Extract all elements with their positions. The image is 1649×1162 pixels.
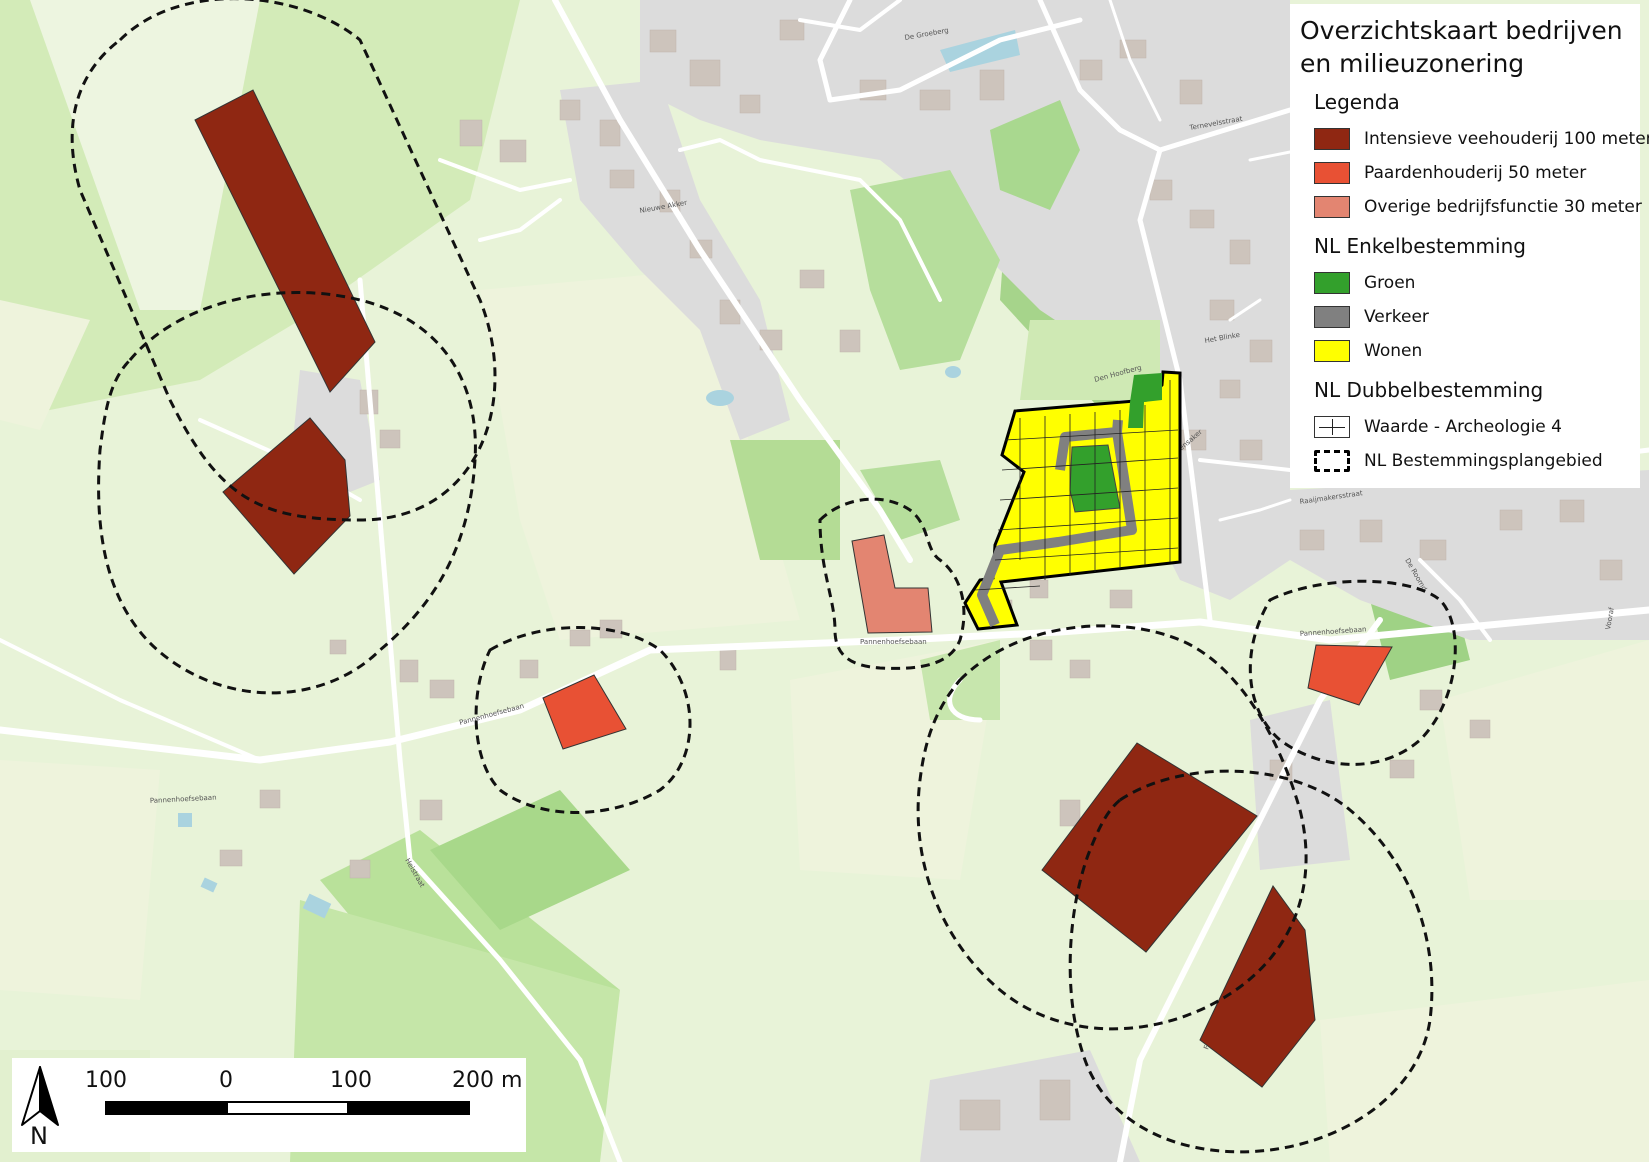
scale-label-left: 100 xyxy=(85,1068,127,1093)
legend-item-verkeer: Verkeer xyxy=(1314,300,1632,334)
legend-label-wonen: Wonen xyxy=(1364,341,1423,361)
legend-swatch-wonen xyxy=(1314,340,1350,362)
legend-label-verkeer: Verkeer xyxy=(1364,307,1429,327)
legend-item-plangebied: NL Bestemmingsplangebied xyxy=(1314,444,1632,478)
legend-label-plangebied: NL Bestemmingsplangebied xyxy=(1364,451,1603,471)
scale-label-mid: 100 xyxy=(330,1068,372,1093)
legend-label-intensieve-veehouderij: Intensieve veehouderij 100 meter xyxy=(1364,129,1649,149)
legend-swatch-verkeer xyxy=(1314,306,1350,328)
legend-swatch-paardenhouderij xyxy=(1314,162,1350,184)
legend-heading-dubbelbestemming: NL Dubbelbestemming xyxy=(1314,378,1544,402)
scale-bar: 100 0 100 200 m xyxy=(12,1058,526,1152)
legend-label-overige-bedrijfsfunctie: Overige bedrijfsfunctie 30 meter xyxy=(1364,197,1642,217)
scale-label-zero: 0 xyxy=(219,1068,233,1093)
legend-heading: Legenda xyxy=(1314,90,1400,114)
legend-label-archeologie: Waarde - Archeologie 4 xyxy=(1364,417,1562,437)
legend-item-intensieve-veehouderij: Intensieve veehouderij 100 meter xyxy=(1314,122,1649,156)
legend-swatch-archeologie xyxy=(1314,416,1350,438)
legend-label-paardenhouderij: Paardenhouderij 50 meter xyxy=(1364,163,1587,183)
legend-item-groen: Groen xyxy=(1314,266,1632,300)
north-label: N xyxy=(30,1122,48,1150)
legend-item-paardenhouderij: Paardenhouderij 50 meter xyxy=(1314,156,1632,190)
legend-item-overige-bedrijfsfunctie: Overige bedrijfsfunctie 30 meter xyxy=(1314,190,1642,224)
scale-segment-3 xyxy=(347,1101,470,1115)
legend-swatch-intensieve-veehouderij xyxy=(1314,128,1350,150)
legend-label-groen: Groen xyxy=(1364,273,1416,293)
legend-swatch-groen xyxy=(1314,272,1350,294)
scale-segment-1 xyxy=(105,1101,228,1115)
map-title-line1: Overzichtskaart bedrijven xyxy=(1300,16,1623,45)
legend-swatch-overige-bedrijfsfunctie xyxy=(1314,196,1350,218)
scale-segment-2 xyxy=(226,1101,349,1115)
legend-item-archeologie: Waarde - Archeologie 4 xyxy=(1314,410,1632,444)
legend-heading-enkelbestemming: NL Enkelbestemming xyxy=(1314,234,1526,258)
legend-swatch-plangebied xyxy=(1314,450,1350,472)
legend-item-wonen: Wonen xyxy=(1314,334,1632,368)
scale-label-right: 200 m xyxy=(452,1068,523,1093)
legend-panel: Overzichtskaart bedrijven en milieuzoner… xyxy=(1290,4,1649,488)
street-label-pannenhoefsebaan-east: Pannenhoefsebaan xyxy=(860,638,927,646)
map-title-line2: en milieuzonering xyxy=(1300,49,1525,78)
